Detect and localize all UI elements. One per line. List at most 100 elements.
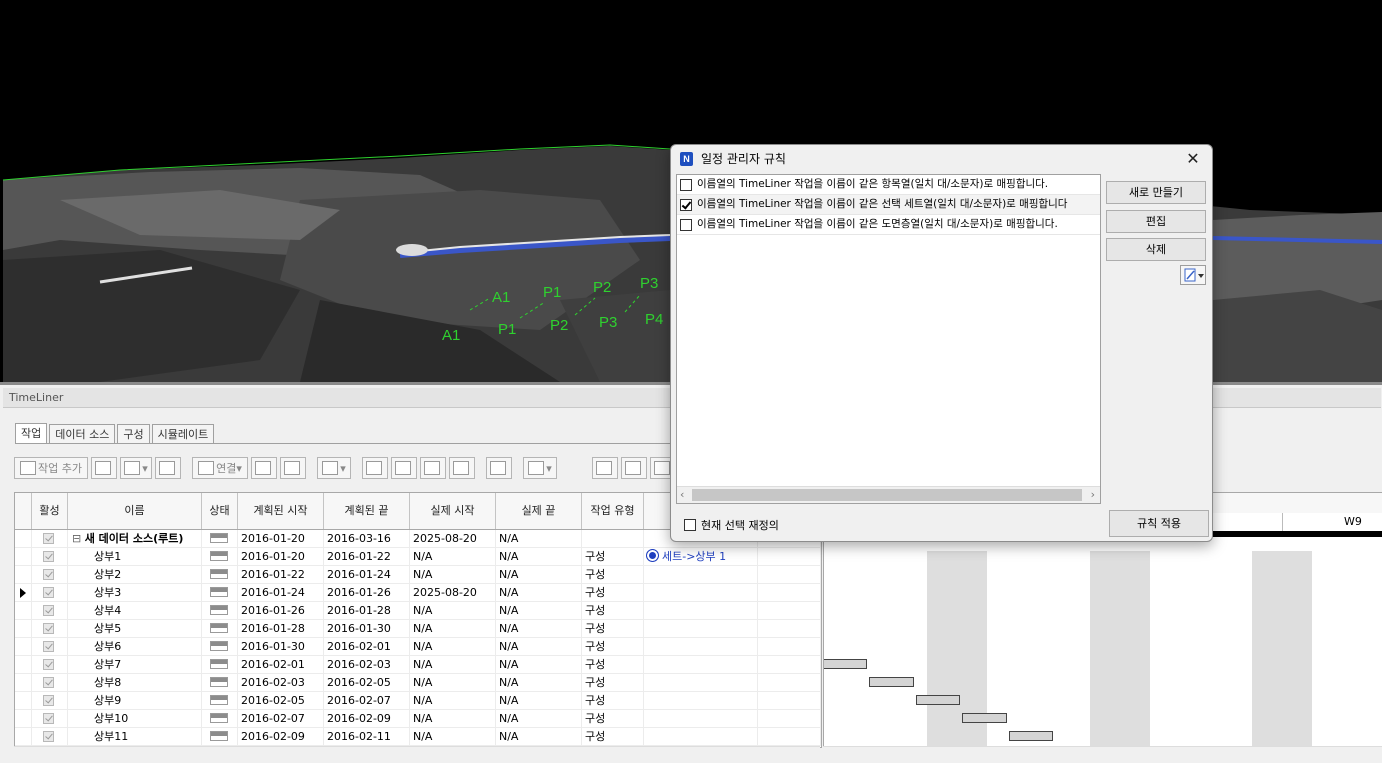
active-checkbox[interactable] <box>43 587 54 598</box>
outdent-button[interactable] <box>449 457 475 479</box>
active-checkbox[interactable] <box>43 659 54 670</box>
move-up-button[interactable] <box>362 457 388 479</box>
rule-item-items[interactable]: 이름열의 TimeLiner 작업을 이름이 같은 항목열(일치 대/소문자)로… <box>677 175 1100 195</box>
edit-rule-button[interactable]: 편집 <box>1106 210 1206 233</box>
table-row[interactable]: 상부6 2016-01-30 2016-02-01 N/A N/A 구성 <box>15 638 821 656</box>
actual-start-value: N/A <box>413 712 433 725</box>
active-checkbox[interactable] <box>43 551 54 562</box>
delete-rule-button[interactable]: 삭제 <box>1106 238 1206 261</box>
show-dates-button[interactable] <box>621 457 647 479</box>
scroll-thumb[interactable] <box>692 489 1082 501</box>
col-actual-start[interactable]: 실제 시작 <box>410 493 496 529</box>
gantt-bar[interactable] <box>962 713 1007 723</box>
add-task-button[interactable]: 작업 추가 <box>14 457 88 479</box>
planned-start-value: 2016-01-20 <box>241 550 305 563</box>
task-type-value: 구성 <box>585 604 606 617</box>
detach-button[interactable] <box>280 457 306 479</box>
view-mode-button[interactable] <box>592 457 618 479</box>
table-row[interactable]: 상부1 2016-01-20 2016-01-22 N/A N/A 구성 세트->상부 1 <box>15 548 821 566</box>
grid-horizontal-scrollbar[interactable] <box>14 746 820 761</box>
pier-label: A1 <box>442 327 461 344</box>
col-actual-end[interactable]: 실제 끝 <box>496 493 582 529</box>
gantt-horizontal-scrollbar[interactable] <box>823 746 1382 761</box>
gantt-bar[interactable] <box>1008 731 1053 741</box>
table-row[interactable]: 상부3 2016-01-24 2016-01-26 2025-08-20 N/A 구성 <box>15 584 821 602</box>
table-row[interactable]: 상부9 2016-02-05 2016-02-07 N/A N/A 구성 <box>15 692 821 710</box>
find-items-button[interactable]: ▾ <box>317 457 351 479</box>
tab-tasks[interactable]: 작업 <box>15 423 48 444</box>
table-row[interactable]: 상부5 2016-01-28 2016-01-30 N/A N/A 구성 <box>15 620 821 638</box>
rule-checkbox[interactable] <box>680 218 692 231</box>
delete-task-button[interactable] <box>155 457 181 479</box>
active-checkbox[interactable] <box>43 695 54 706</box>
rule-checkbox[interactable] <box>680 198 692 211</box>
col-status[interactable]: 상태 <box>202 493 238 529</box>
actual-end-value: N/A <box>499 676 519 689</box>
pier-label: P2 <box>593 279 612 296</box>
rule-checkbox[interactable] <box>680 178 692 191</box>
actual-start-value: N/A <box>413 640 433 653</box>
scroll-left-icon[interactable]: ‹ <box>680 487 684 503</box>
planned-end-value: 2016-01-26 <box>327 586 391 599</box>
actual-end-value: N/A <box>499 550 519 563</box>
rules-horizontal-scrollbar[interactable]: ‹ › <box>677 486 1100 503</box>
col-active[interactable]: 활성 <box>32 493 68 529</box>
active-checkbox[interactable] <box>43 569 54 580</box>
active-checkbox[interactable] <box>43 641 54 652</box>
rule-item-layers[interactable]: 이름열의 TimeLiner 작업을 이름이 같은 도면층열(일치 대/소문자)… <box>677 215 1100 235</box>
gantt-bar[interactable] <box>824 659 868 669</box>
tab-configure[interactable]: 구성 <box>117 424 150 443</box>
gantt-bar[interactable] <box>915 695 961 705</box>
comment-button[interactable] <box>486 457 512 479</box>
auto-add-button[interactable]: ▾ <box>120 457 152 479</box>
planned-start-value: 2016-01-26 <box>241 604 305 617</box>
close-icon[interactable]: ✕ <box>1182 148 1204 170</box>
attach-icon <box>255 461 271 475</box>
planned-end-value: 2016-01-28 <box>327 604 391 617</box>
insert-task-button[interactable] <box>91 457 117 479</box>
table-row[interactable]: 상부10 2016-02-07 2016-02-09 N/A N/A 구성 <box>15 710 821 728</box>
actual-start-value: 2025-08-20 <box>413 532 477 545</box>
task-type-value: 구성 <box>585 568 606 581</box>
tab-simulate[interactable]: 시뮬레이트 <box>151 424 215 443</box>
col-name[interactable]: 이름 <box>68 493 202 529</box>
active-checkbox[interactable] <box>43 533 54 544</box>
move-up-icon <box>366 461 382 475</box>
add-task-icon <box>20 461 36 475</box>
active-checkbox[interactable] <box>43 605 54 616</box>
actual-start-value: N/A <box>413 604 433 617</box>
rule-item-selection-sets[interactable]: 이름열의 TimeLiner 작업을 이름이 같은 선택 세트열(일치 대/소문… <box>677 195 1100 215</box>
override-selection-checkbox[interactable] <box>684 519 696 531</box>
attach-button[interactable] <box>251 457 277 479</box>
active-checkbox[interactable] <box>43 677 54 688</box>
active-checkbox[interactable] <box>43 713 54 724</box>
tab-data-sources[interactable]: 데이터 소스 <box>49 424 116 443</box>
col-task-type[interactable]: 작업 유형 <box>582 493 644 529</box>
planned-start-value: 2016-01-20 <box>241 532 305 545</box>
move-down-button[interactable] <box>391 457 417 479</box>
table-row[interactable]: 상부4 2016-01-26 2016-01-28 N/A N/A 구성 <box>15 602 821 620</box>
task-type-value: 구성 <box>585 640 606 653</box>
columns-button[interactable]: ▾ <box>523 457 557 479</box>
col-planned-end[interactable]: 계획된 끝 <box>324 493 410 529</box>
col-planned-start[interactable]: 계획된 시작 <box>238 493 324 529</box>
dialog-titlebar[interactable]: N 일정 관리자 규칙 ✕ <box>671 145 1212 173</box>
scroll-right-icon[interactable]: › <box>1091 487 1095 503</box>
dialog-title: 일정 관리자 규칙 <box>701 152 786 166</box>
apply-rules-button[interactable]: 규칙 적용 <box>1109 510 1209 537</box>
rule-options-dropdown[interactable] <box>1180 265 1206 285</box>
active-checkbox[interactable] <box>43 731 54 742</box>
link-button[interactable]: 연결 ▾ <box>192 457 248 479</box>
gantt-bar[interactable] <box>869 677 914 687</box>
active-checkbox[interactable] <box>43 623 54 634</box>
override-selection-option[interactable]: 현재 선택 재정의 <box>684 517 779 533</box>
collapse-icon[interactable]: ⊟ <box>72 532 85 545</box>
table-row[interactable]: 상부8 2016-02-03 2016-02-05 N/A N/A 구성 <box>15 674 821 692</box>
table-row[interactable]: 상부11 2016-02-09 2016-02-11 N/A N/A 구성 <box>15 728 821 746</box>
indent-button[interactable] <box>420 457 446 479</box>
new-rule-button[interactable]: 새로 만들기 <box>1106 181 1206 204</box>
task-name: 상부9 <box>94 694 122 707</box>
actual-start-value: N/A <box>413 676 433 689</box>
table-row[interactable]: 상부7 2016-02-01 2016-02-03 N/A N/A 구성 <box>15 656 821 674</box>
table-row[interactable]: 상부2 2016-01-22 2016-01-24 N/A N/A 구성 <box>15 566 821 584</box>
